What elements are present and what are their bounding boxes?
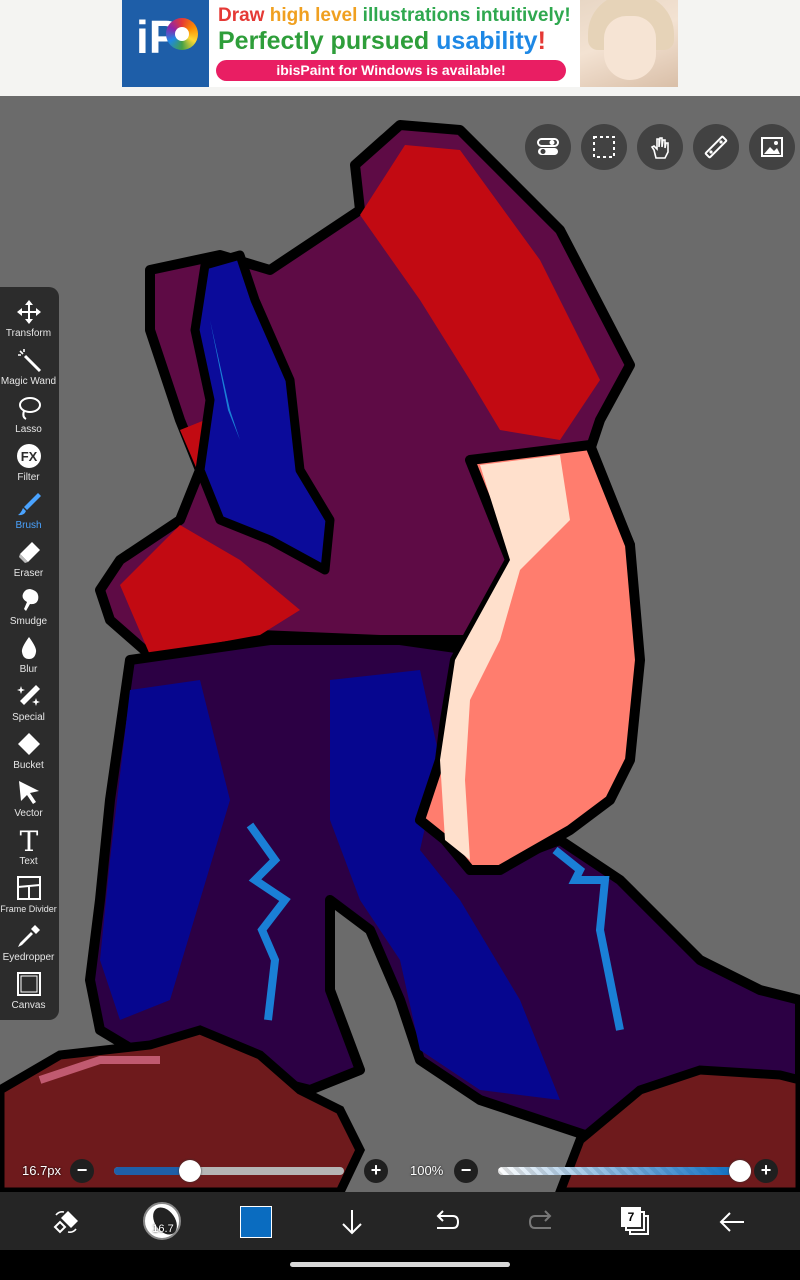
size-plus-button[interactable]: + [364, 1159, 388, 1183]
tool-label: Brush [15, 520, 42, 531]
hand-button[interactable] [637, 124, 683, 170]
tool-label: Magic Wand [0, 376, 57, 387]
tool-label: Text [19, 856, 38, 867]
swap-pen-eraser-icon [53, 1211, 78, 1234]
tool-text[interactable]: T Text [0, 823, 57, 871]
ibispaint-logo: iP [122, 0, 209, 87]
ruler-icon [704, 135, 728, 159]
tool-label: Special [12, 712, 45, 723]
eraser-icon [19, 542, 40, 563]
canvas-icon [17, 972, 41, 996]
bottom-toolbar: 16.7 7 [0, 1192, 800, 1250]
magic-wand-icon [18, 349, 42, 373]
tool-transform[interactable]: Transform [0, 295, 57, 343]
tool-label: Filter [17, 472, 40, 483]
ad-banner-bar: iP Draw high level illustrations intuiti… [0, 0, 800, 96]
system-navigation-bar [0, 1250, 800, 1280]
selection-icon [593, 136, 615, 158]
tool-label: Transform [5, 328, 52, 339]
tool-vector[interactable]: Vector [0, 775, 57, 823]
color-wheel-icon [166, 18, 198, 50]
fx-icon: FX [17, 444, 41, 468]
opacity-minus-button[interactable]: − [454, 1159, 478, 1183]
layers-button[interactable]: 7 [618, 1204, 654, 1240]
lasso-icon [19, 397, 41, 420]
down-arrow-icon [342, 1210, 362, 1235]
tool-label: Eraser [13, 568, 44, 579]
brush-opacity-value: 100% [410, 1163, 444, 1178]
tool-filter[interactable]: FX Filter [0, 439, 57, 487]
reference-button[interactable] [749, 124, 795, 170]
size-slider-track[interactable] [114, 1167, 344, 1175]
tool-label: Canvas [11, 1000, 46, 1011]
home-gesture-handle[interactable] [290, 1262, 510, 1267]
tool-label: Vector [14, 808, 43, 819]
layer-count: 7 [621, 1207, 641, 1227]
artwork [0, 96, 800, 1192]
svg-text:T: T [20, 827, 39, 853]
brush-icon [18, 493, 41, 516]
left-arrow-icon [719, 1212, 744, 1232]
opacity-plus-button[interactable]: + [754, 1159, 778, 1183]
tool-eraser[interactable]: Eraser [0, 535, 57, 583]
size-minus-button[interactable]: − [70, 1159, 94, 1183]
color-swatch-button[interactable] [238, 1204, 274, 1240]
tool-magic-wand[interactable]: Magic Wand [0, 343, 57, 391]
bucket-icon [18, 733, 40, 755]
tool-smudge[interactable]: Smudge [0, 583, 57, 631]
ad-banner[interactable]: iP Draw high level illustrations intuiti… [122, 0, 678, 87]
tool-special[interactable]: Special [0, 679, 57, 727]
tool-eyedropper[interactable]: Eyedropper [0, 919, 57, 967]
sparkle-pen-icon [17, 685, 40, 706]
hand-icon [650, 137, 669, 159]
eyedropper-icon [18, 925, 40, 947]
arrow-cursor-icon [19, 781, 39, 804]
tool-label: Lasso [15, 424, 42, 435]
undo-button[interactable] [428, 1204, 464, 1240]
brush-size-value: 16.7px [22, 1163, 62, 1178]
toggle-icon [537, 138, 559, 155]
toggle-button[interactable] [525, 124, 571, 170]
opacity-slider-track[interactable] [498, 1167, 740, 1175]
ad-cta-pill: ibisPaint for Windows is available! [216, 60, 566, 81]
tool-label: Blur [19, 664, 38, 675]
download-button[interactable] [334, 1204, 370, 1240]
tool-label: Bucket [13, 760, 44, 771]
drawing-canvas[interactable] [0, 96, 800, 1192]
ad-character-image [580, 0, 678, 87]
ad-headline-1: Draw high level illustrations intuitivel… [218, 5, 571, 26]
redo-icon [528, 1210, 552, 1229]
frame-divider-icon [17, 876, 41, 900]
undo-icon [436, 1210, 460, 1229]
smudge-icon [22, 589, 39, 611]
blur-drop-icon [21, 637, 37, 659]
tool-label: Smudge [9, 616, 48, 627]
tool-frame-divider[interactable]: Frame Divider [0, 871, 57, 919]
tool-label: Frame Divider [0, 904, 57, 914]
ruler-button[interactable] [693, 124, 739, 170]
tool-brush[interactable]: Brush [0, 487, 57, 535]
opacity-slider-handle[interactable] [729, 1160, 751, 1182]
redo-button[interactable] [524, 1204, 560, 1240]
brush-size-button[interactable]: 16.7 [142, 1201, 182, 1241]
reference-image-icon [761, 137, 783, 157]
tool-label: Eyedropper [2, 952, 55, 963]
svg-text:FX: FX [21, 449, 38, 464]
move-icon [17, 300, 41, 324]
tool-canvas[interactable]: Canvas [0, 967, 57, 1015]
selection-button[interactable] [581, 124, 627, 170]
text-t-icon: T [20, 827, 39, 853]
current-color-swatch [240, 1206, 272, 1238]
back-button[interactable] [714, 1204, 750, 1240]
brush-size-readout: 16.7 [152, 1223, 174, 1235]
size-slider-handle[interactable] [178, 1160, 201, 1182]
transform-toggle-button[interactable] [48, 1204, 84, 1240]
tool-palette: Transform Magic Wand Lasso FX Filter Bru… [0, 287, 59, 1020]
tool-bucket[interactable]: Bucket [0, 727, 57, 775]
tool-blur[interactable]: Blur [0, 631, 57, 679]
brush-slider-bar: 16.7px − + 100% − + [0, 1150, 800, 1192]
ad-headline-2: Perfectly pursued usability! [218, 27, 546, 55]
tool-lasso[interactable]: Lasso [0, 391, 57, 439]
